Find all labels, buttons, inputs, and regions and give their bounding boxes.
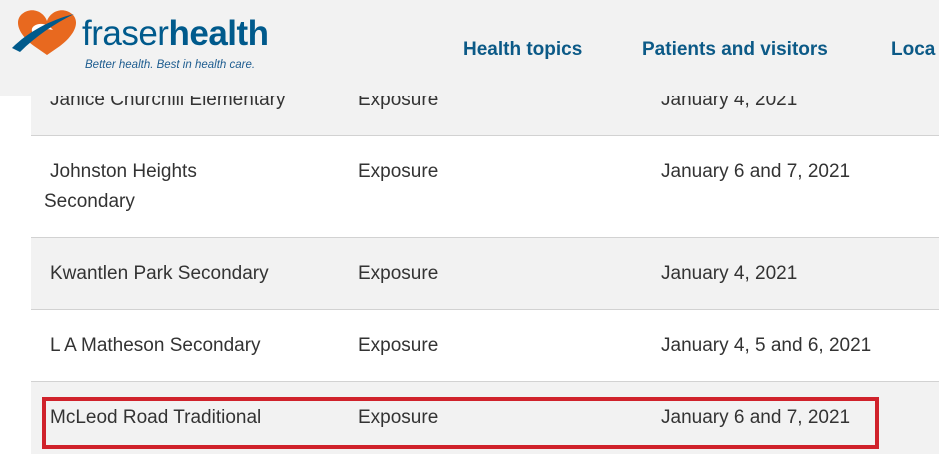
school-name-line1: Kwantlen Park Secondary	[50, 263, 269, 284]
school-name-line1: Johnston Heights	[50, 161, 197, 182]
exposure-date: January 6 and 7, 2021	[661, 407, 851, 428]
school-name-line1: L A Matheson Secondary	[50, 335, 261, 356]
nav-health-topics[interactable]: Health topics	[463, 38, 582, 62]
logo-word-fraser: fraser	[82, 14, 169, 53]
exposure-date: January 6 and 7, 2021	[661, 161, 851, 182]
exposure-date: January 4, 2021	[661, 263, 798, 284]
site-header: fraserhealth Better health. Best in heal…	[0, 0, 939, 96]
exposure-date: January 4, 5 and 6, 2021	[661, 335, 872, 356]
heart-logo-icon	[12, 10, 76, 55]
school-name-line1: McLeod Road Traditional	[50, 407, 262, 428]
exposure-type: Exposure	[358, 161, 439, 182]
school-name: McLeod Road Traditional	[50, 403, 300, 433]
logo-tagline: Better health. Best in health care.	[85, 59, 256, 71]
fraserhealth-logo[interactable]: fraserhealth Better health. Best in heal…	[10, 8, 269, 78]
exposure-type: Exposure	[358, 263, 439, 284]
logo-word-health: health	[168, 14, 269, 53]
exposure-type: Exposure	[358, 407, 439, 428]
table-row: L A Matheson Secondary Exposure January …	[31, 310, 939, 382]
school-name-line2: Secondary	[44, 191, 135, 212]
school-exposures-table: Janice Churchill Elementary Exposure Jan…	[31, 64, 939, 454]
nav-locations[interactable]: Loca	[891, 38, 935, 62]
school-name: Johnston Heights Secondary	[44, 157, 300, 217]
exposure-type: Exposure	[358, 335, 439, 356]
table-row: Kwantlen Park Secondary Exposure January…	[31, 238, 939, 310]
logo-wordmark: fraserhealth	[82, 14, 269, 54]
school-name: Kwantlen Park Secondary	[50, 259, 300, 289]
table-row: Johnston Heights Secondary Exposure Janu…	[31, 136, 939, 238]
school-name: L A Matheson Secondary	[50, 331, 300, 361]
nav-patients-and-visitors[interactable]: Patients and visitors	[642, 38, 828, 62]
table-row: McLeod Road Traditional Exposure January…	[31, 382, 939, 454]
